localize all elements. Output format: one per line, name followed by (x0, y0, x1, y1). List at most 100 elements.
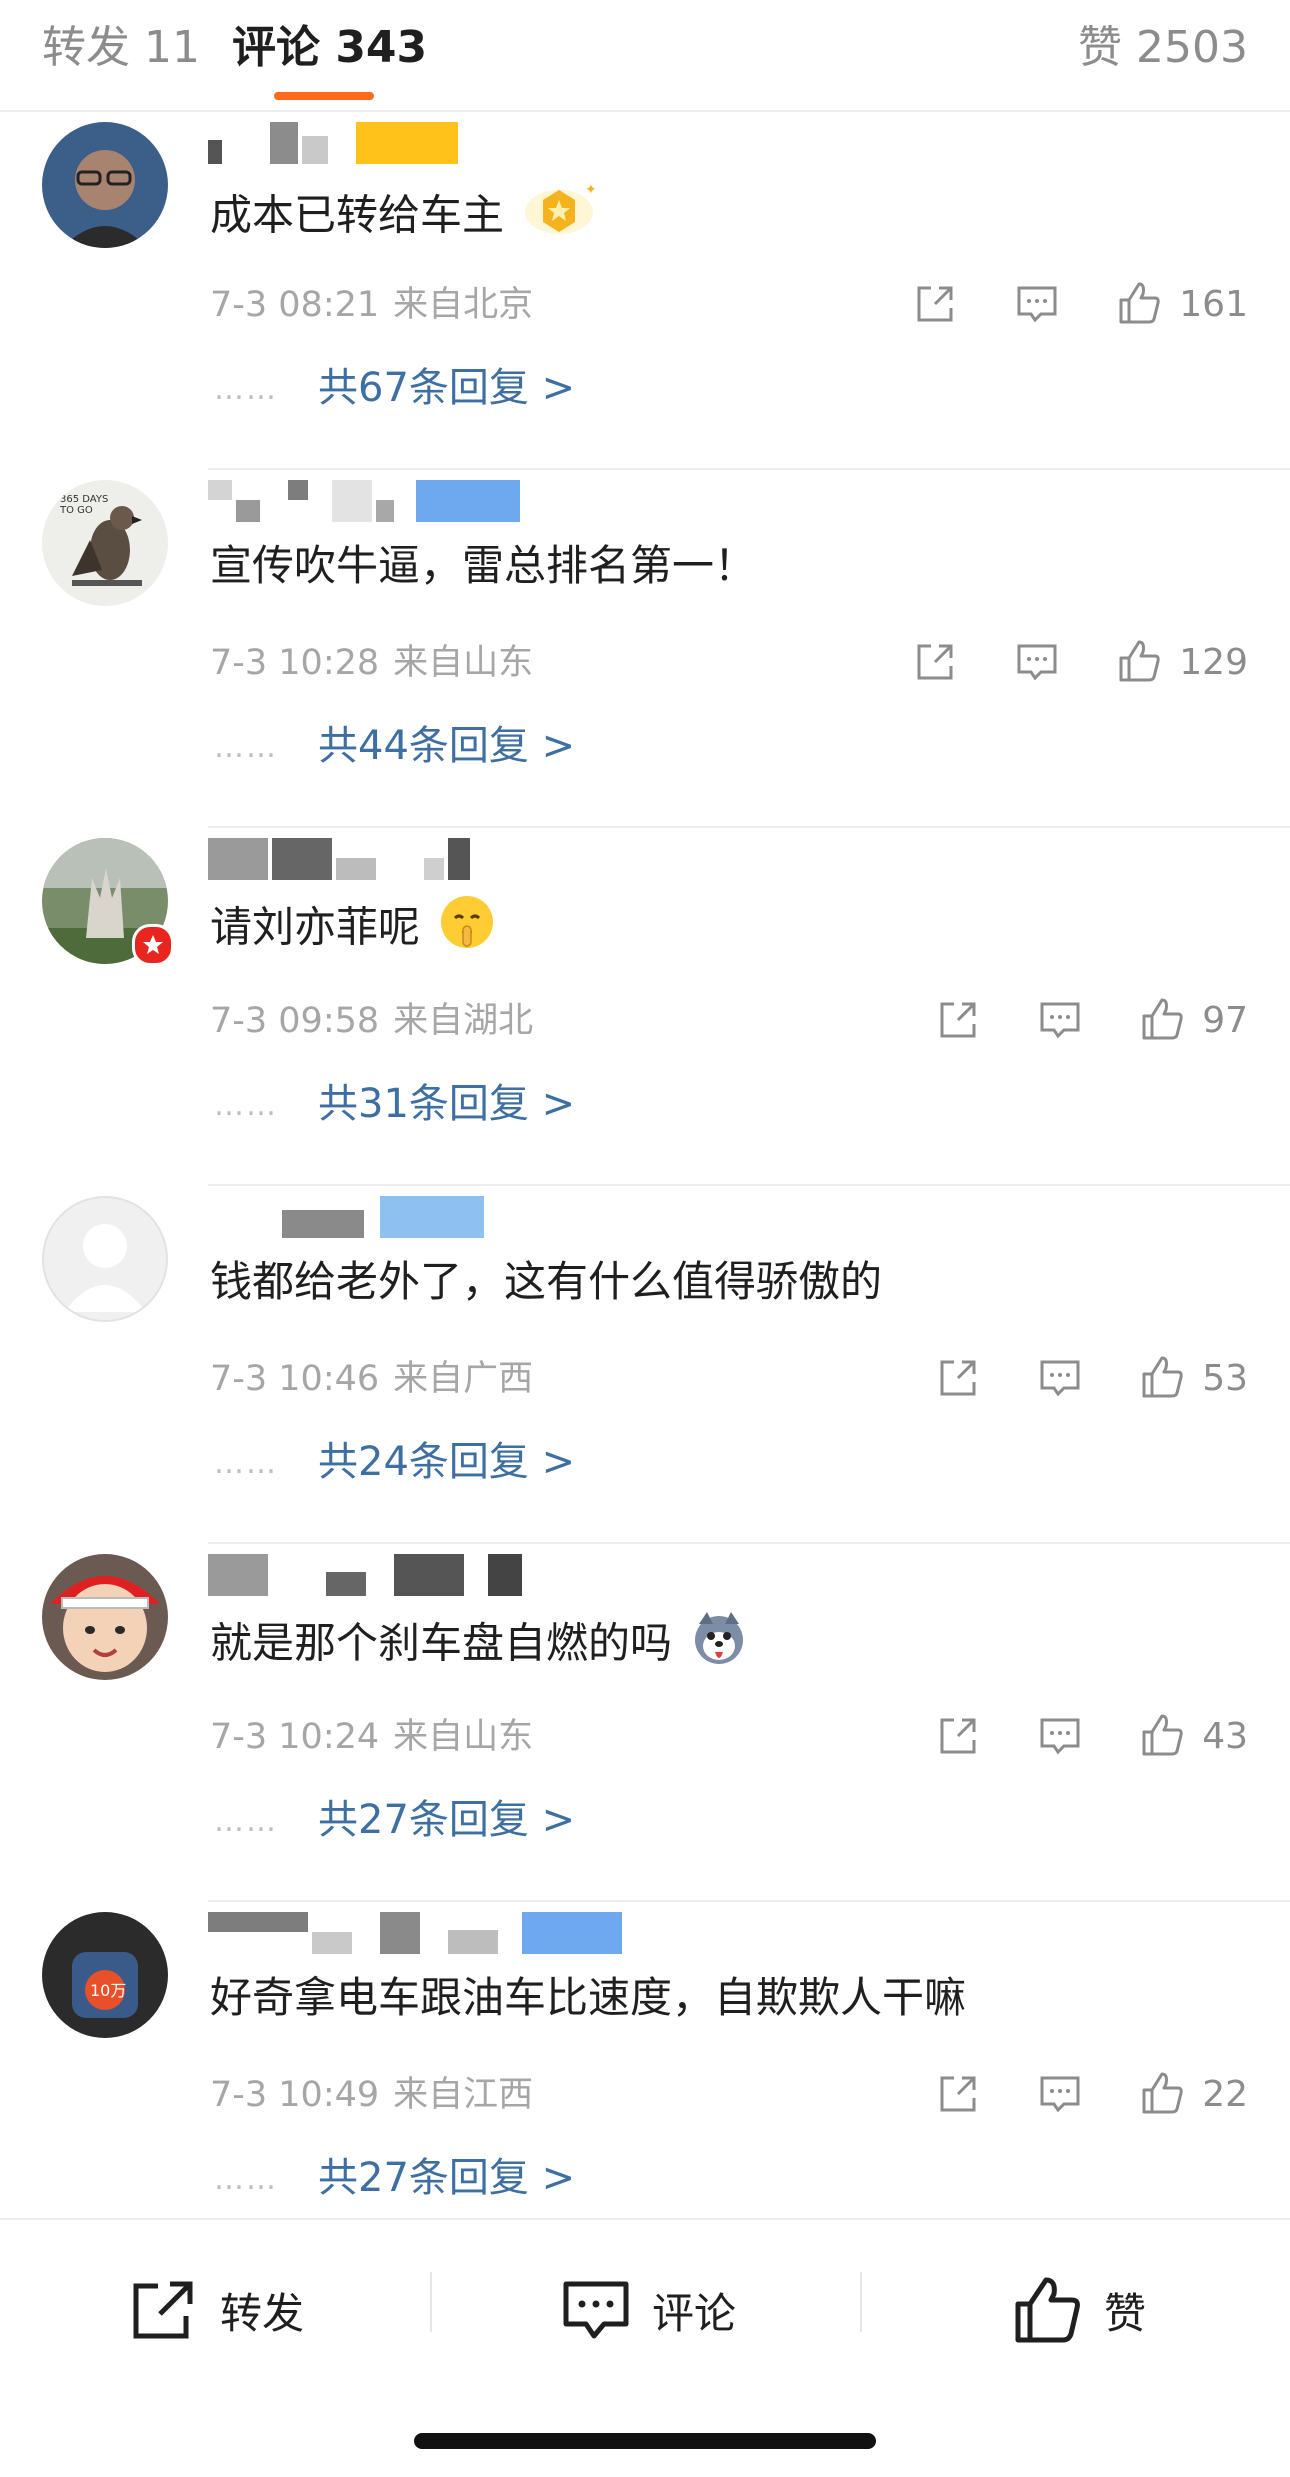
view-replies-link[interactable]: …… 共24条回复 > (214, 1434, 575, 1492)
repost-label: 转发 (220, 2288, 305, 2338)
comment-meta: 7-3 10:46 来自广西 (210, 1354, 533, 1404)
thumbs-up-icon[interactable] (1138, 1354, 1186, 1402)
username-redacted[interactable] (208, 480, 520, 522)
username-redacted[interactable] (208, 1196, 484, 1238)
comment-location: 来自山东 (393, 1717, 534, 1757)
reply-dots: …… (214, 1446, 278, 1481)
like-count: 97 (1202, 999, 1248, 1041)
reply-count-label: 共44条回复 > (318, 723, 576, 769)
comment-text: 好奇拿电车跟油车比速度，自欺欺人干嘛 (210, 1968, 966, 2028)
comment-item[interactable]: 365 DAYS TO GO 宣传吹牛逼，雷总排名第一！ 7-3 10:28 来自… (0, 470, 1290, 828)
like-count: 129 (1179, 641, 1248, 683)
svg-text:365 DAYS: 365 DAYS (60, 494, 108, 505)
share-icon[interactable] (934, 2070, 982, 2118)
thumbs-up-icon (1015, 2277, 1080, 2343)
thumbs-up-icon[interactable] (1138, 996, 1186, 1044)
comment-icon[interactable] (1036, 2070, 1084, 2118)
comment-actions: 161 (911, 274, 1248, 334)
comment-actions: 43 (934, 1706, 1248, 1766)
comment-item[interactable]: 请刘亦菲呢 7-3 09:58 来自湖北 97 …… 共31条回复 > (0, 828, 1290, 1186)
reply-dots: …… (214, 2162, 278, 2197)
svg-text:10万: 10万 (90, 1981, 126, 2000)
share-icon[interactable] (934, 1712, 982, 1760)
comment-actions: 97 (934, 990, 1248, 1050)
reply-dots: …… (214, 372, 278, 407)
avatar[interactable] (42, 1554, 168, 1680)
thumbs-up-icon[interactable] (1115, 280, 1163, 328)
comment-actions: 22 (934, 2064, 1248, 2124)
share-icon[interactable] (934, 1354, 982, 1402)
like-count: 22 (1202, 2073, 1248, 2115)
comment-text-label: 钱都给老外了，这有什么值得骄傲的 (210, 1257, 883, 1306)
repost-button[interactable]: 转发 (130, 2270, 304, 2350)
username-redacted[interactable] (208, 122, 458, 164)
comment-actions: 53 (934, 1348, 1248, 1408)
avatar[interactable] (42, 1196, 168, 1322)
comment-text-label: 宣传吹牛逼，雷总排名第一！ (210, 541, 757, 590)
avatar[interactable]: 365 DAYS TO GO (42, 480, 168, 606)
view-replies-link[interactable]: …… 共67条回复 > (214, 360, 575, 418)
reply-count-label: 共31条回复 > (318, 1081, 576, 1127)
husky-dog-emoji-icon (691, 1610, 747, 1682)
shush-face-emoji-icon (439, 894, 495, 966)
comment-time: 7-3 10:46 (210, 1359, 380, 1399)
separator (860, 2272, 862, 2332)
comment-time: 7-3 10:49 (210, 2075, 380, 2115)
comment-text-label: 成本已转给车主 (210, 190, 505, 240)
comment-button[interactable]: 评论 (562, 2270, 736, 2350)
thumbs-up-icon[interactable] (1138, 2070, 1186, 2118)
svg-text:✦: ✦ (585, 182, 595, 198)
username-redacted[interactable] (208, 838, 470, 880)
comment-actions: 129 (911, 632, 1248, 692)
comment-text-label: 请刘亦菲呢 (210, 902, 421, 952)
comment-icon[interactable] (1036, 1712, 1084, 1760)
thumbs-up-icon[interactable] (1138, 1712, 1186, 1760)
avatar[interactable] (42, 122, 168, 248)
avatar[interactable]: 10万 (42, 1912, 168, 2038)
svg-text:TO GO: TO GO (59, 505, 93, 516)
comment-meta: 7-3 09:58 来自湖北 (210, 996, 533, 1046)
share-icon[interactable] (911, 638, 959, 686)
view-replies-link[interactable]: …… 共27条回复 > (214, 1792, 575, 1850)
view-replies-link[interactable]: …… 共44条回复 > (214, 718, 575, 776)
reply-count-label: 共27条回复 > (318, 2155, 576, 2201)
share-icon[interactable] (934, 996, 982, 1044)
share-icon[interactable] (911, 280, 959, 328)
username-redacted[interactable] (208, 1554, 522, 1596)
username-redacted[interactable] (208, 1912, 622, 1954)
view-replies-link[interactable]: …… 共27条回复 > (214, 2150, 575, 2208)
comment-icon[interactable] (1013, 638, 1061, 686)
view-replies-link[interactable]: …… 共31条回复 > (214, 1076, 575, 1134)
comment-text: 就是那个刹车盘自燃的吗 (210, 1610, 747, 1682)
tab-like[interactable]: 赞 2503 (1078, 18, 1248, 78)
comment-item[interactable]: 成本已转给车主 ✦ 7-3 08:21 来自北京 161 …… 共67条回复 > (0, 112, 1290, 470)
reply-dots: …… (214, 1088, 278, 1123)
thumbs-up-icon[interactable] (1115, 638, 1163, 686)
gold-medal-badge-icon: ✦ (523, 178, 597, 258)
comment-item[interactable]: 钱都给老外了，这有什么值得骄傲的 7-3 10:46 来自广西 53 …… 共24条… (0, 1186, 1290, 1544)
comment-location: 来自江西 (393, 2075, 534, 2115)
comment-item[interactable]: 10万 好奇拿电车跟油车比速度，自欺欺人干嘛 7-3 10:49 来自江西 22 … (0, 1902, 1290, 2260)
active-tab-indicator (274, 92, 374, 100)
reply-count-label: 共67条回复 > (318, 365, 576, 411)
comment-icon[interactable] (1036, 996, 1084, 1044)
separator (430, 2272, 432, 2332)
comment-item[interactable]: 就是那个刹车盘自燃的吗 7-3 10:24 来自山东 43 …… 共27条回复 > (0, 1544, 1290, 1902)
like-button[interactable]: 赞 (1014, 2270, 1146, 2350)
comment-time: 7-3 08:21 (210, 285, 380, 325)
comment-location: 来自山东 (393, 643, 534, 683)
comment-bubble-icon (563, 2281, 629, 2339)
comment-text: 宣传吹牛逼，雷总排名第一！ (210, 536, 756, 596)
tab-repost[interactable]: 转发 11 (42, 18, 200, 78)
reply-count-label: 共24条回复 > (318, 1439, 576, 1485)
comment-location: 来自湖北 (393, 1001, 534, 1041)
comment-text-label: 好奇拿电车跟油车比速度，自欺欺人干嘛 (210, 1973, 967, 2022)
comment-icon[interactable] (1036, 1354, 1084, 1402)
verified-badge-icon (132, 924, 174, 966)
comment-label: 评论 (652, 2288, 737, 2338)
comment-meta: 7-3 10:24 来自山东 (210, 1712, 533, 1762)
reply-dots: …… (214, 1804, 278, 1839)
comment-time: 7-3 09:58 (210, 1001, 380, 1041)
comment-icon[interactable] (1013, 280, 1061, 328)
home-indicator[interactable] (414, 2433, 876, 2449)
